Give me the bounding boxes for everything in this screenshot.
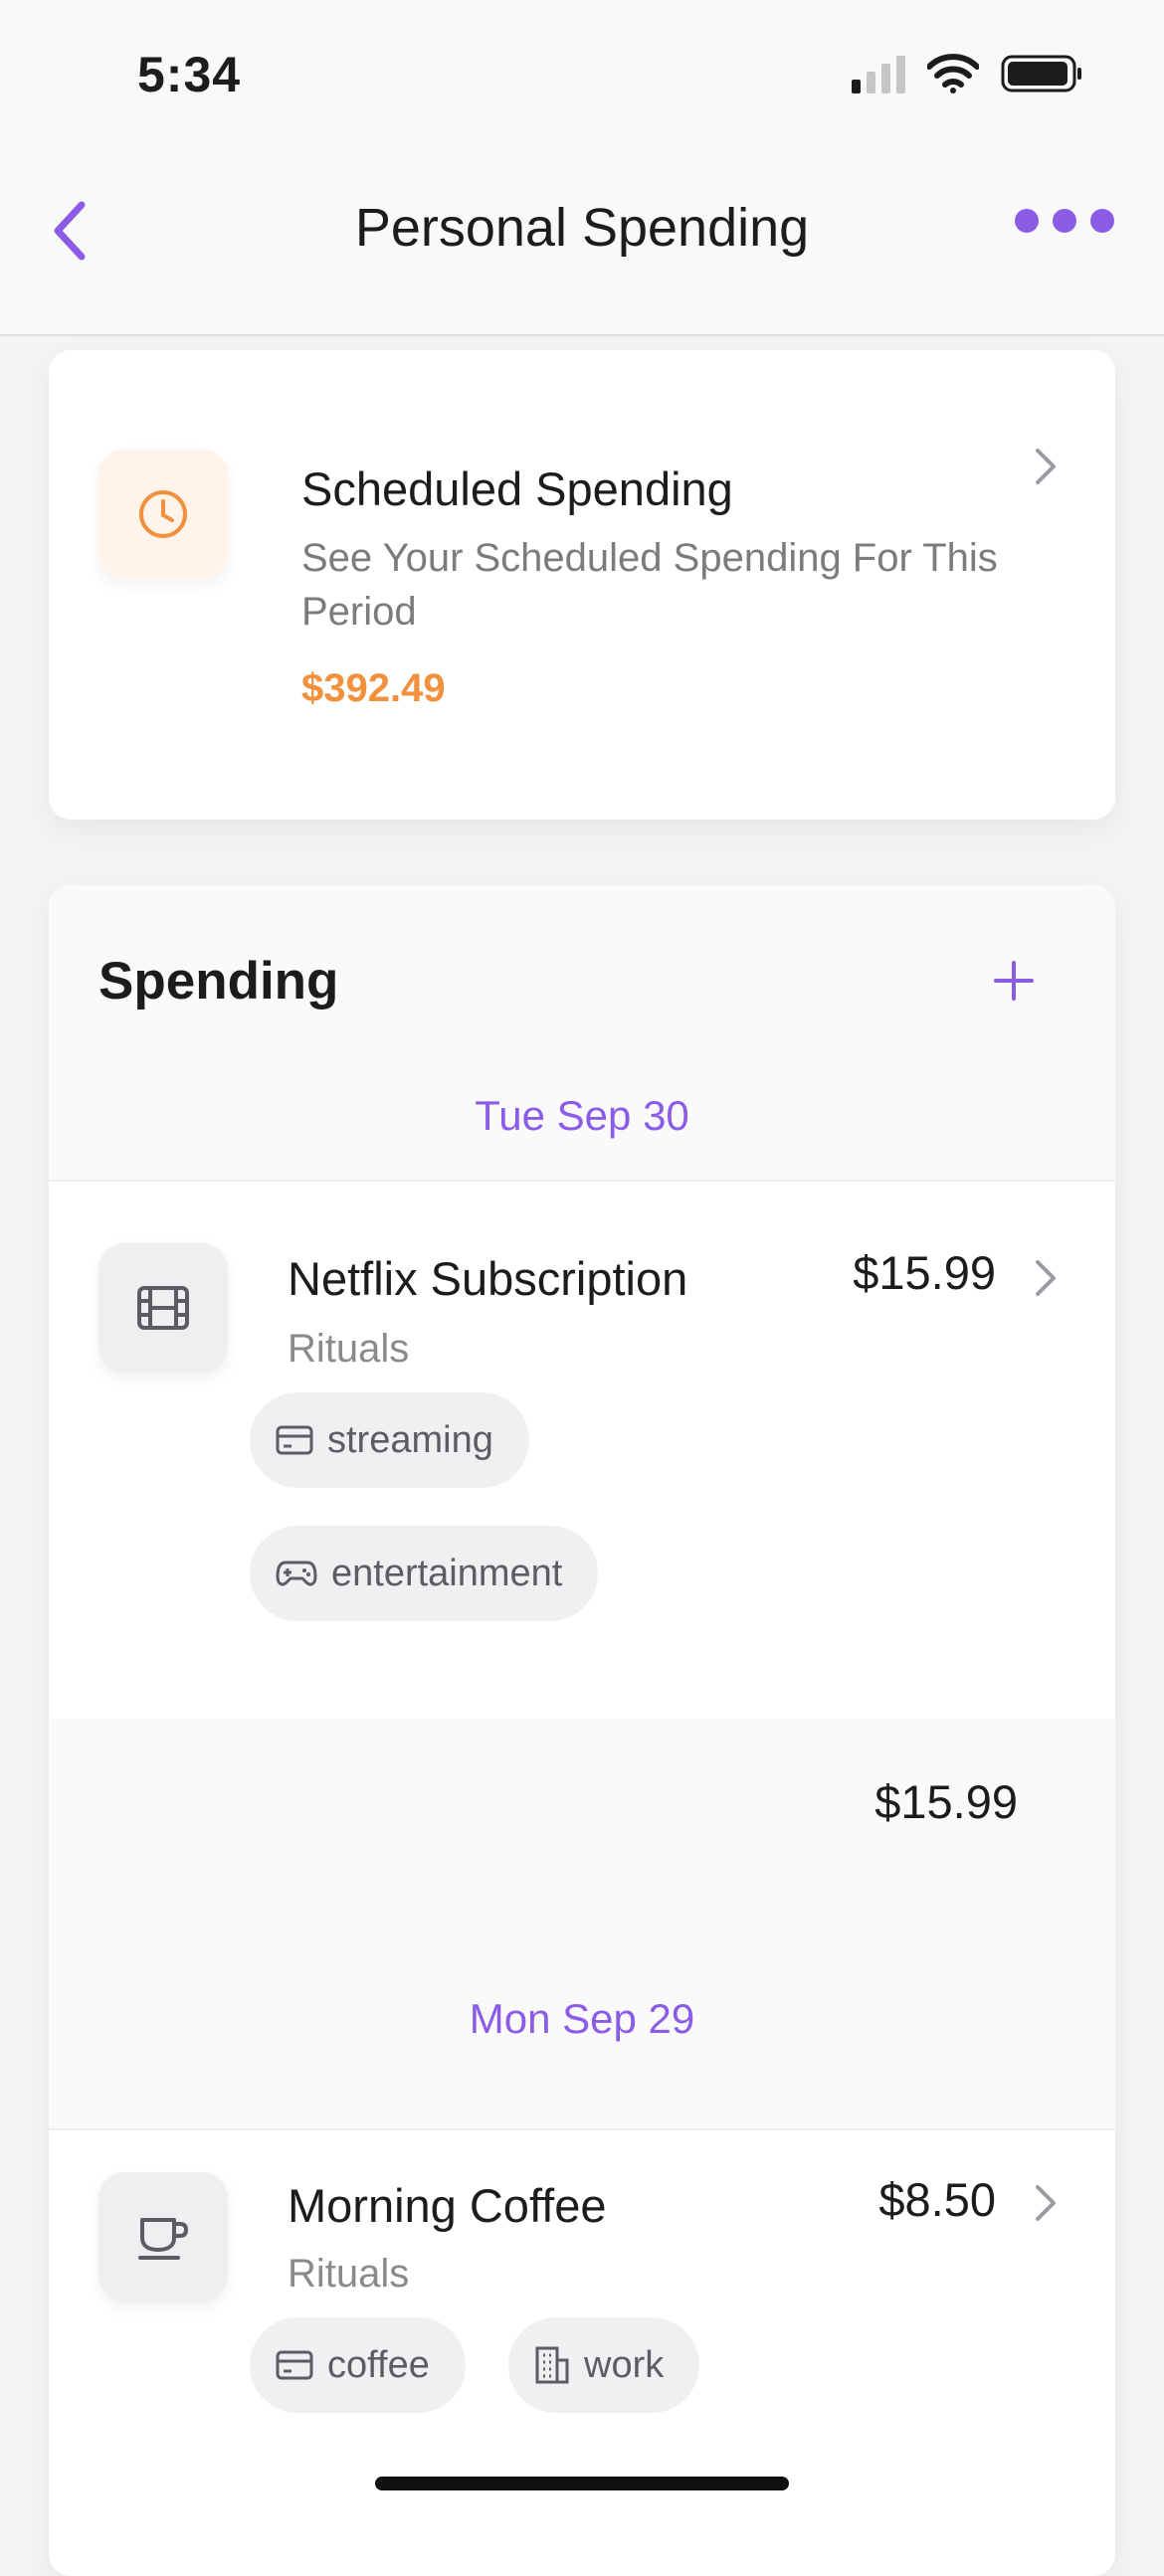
date-header: Tue Sep 30 xyxy=(475,1092,689,1139)
tag-chip[interactable]: coffee xyxy=(250,2317,466,2413)
chevron-right-icon xyxy=(1026,442,1066,491)
chevron-right-icon xyxy=(1026,2178,1066,2228)
scheduled-spending-card[interactable]: Scheduled Spending See Your Scheduled Sp… xyxy=(49,350,1115,820)
item-amount: $15.99 xyxy=(853,1246,996,1299)
group-total-row: $15.99 xyxy=(49,1719,1115,1926)
tag-label: entertainment xyxy=(331,1552,563,1594)
status-time: 5:34 xyxy=(137,47,242,102)
film-icon xyxy=(137,1286,189,1330)
cellular-signal-icon xyxy=(852,54,905,93)
item-amount: $8.50 xyxy=(878,2173,996,2226)
list-item[interactable]: Netflix Subscription Rituals $15.99 stre… xyxy=(49,1182,1115,1719)
spending-title: Spending xyxy=(98,952,339,1011)
tag-chip[interactable]: work xyxy=(508,2317,700,2413)
battery-icon xyxy=(1001,55,1081,92)
item-category: Rituals xyxy=(288,1327,410,1371)
wifi-icon xyxy=(927,54,979,93)
plus-icon xyxy=(994,961,1034,1001)
tag-label: coffee xyxy=(327,2343,430,2386)
cup-icon xyxy=(138,2218,189,2260)
chevron-right-icon xyxy=(1026,1253,1066,1303)
navigation-bar: Personal Spending xyxy=(0,149,1164,336)
status-icons xyxy=(852,54,1082,93)
more-dot xyxy=(1053,209,1076,233)
gamepad-icon xyxy=(276,1561,317,1586)
more-options-button[interactable] xyxy=(1015,209,1114,233)
date-header: Mon Sep 29 xyxy=(469,1995,695,2042)
item-category: Rituals xyxy=(288,2252,410,2296)
scheduled-title: Scheduled Spending xyxy=(301,462,733,515)
tag-label: streaming xyxy=(327,1418,493,1461)
spending-card: Spending Tue Sep 30 Netflix Subscription… xyxy=(49,885,1115,2576)
tag-chip[interactable]: entertainment xyxy=(250,1526,599,1621)
item-icon-tile xyxy=(98,2172,228,2301)
group-total: $15.99 xyxy=(874,1775,1018,1828)
scheduled-amount: $392.49 xyxy=(301,666,446,710)
home-indicator xyxy=(375,2477,789,2490)
status-bar: 5:34 xyxy=(0,0,1164,149)
card-icon xyxy=(276,1425,313,1455)
more-dot xyxy=(1090,209,1114,233)
add-spending-button[interactable] xyxy=(984,951,1044,1011)
page-title: Personal Spending xyxy=(354,198,810,258)
card-icon xyxy=(276,2350,313,2380)
list-item[interactable]: Morning Coffee Rituals $8.50 coffee work xyxy=(49,2132,1115,2576)
more-dot xyxy=(1015,209,1039,233)
scheduled-description: See Your Scheduled Spending For This Per… xyxy=(301,536,998,634)
scheduled-icon-tile xyxy=(98,450,228,579)
tag-label: work xyxy=(584,2343,665,2386)
spending-header: Spending Tue Sep 30 xyxy=(49,885,1115,1182)
clock-icon xyxy=(139,490,187,538)
item-title: Netflix Subscription xyxy=(288,1252,688,1305)
date-section-header: Mon Sep 29 xyxy=(49,1926,1115,2130)
building-icon xyxy=(535,2346,569,2384)
tag-chip[interactable]: streaming xyxy=(250,1392,529,1488)
item-icon-tile xyxy=(98,1243,228,1373)
item-title: Morning Coffee xyxy=(288,2179,607,2232)
